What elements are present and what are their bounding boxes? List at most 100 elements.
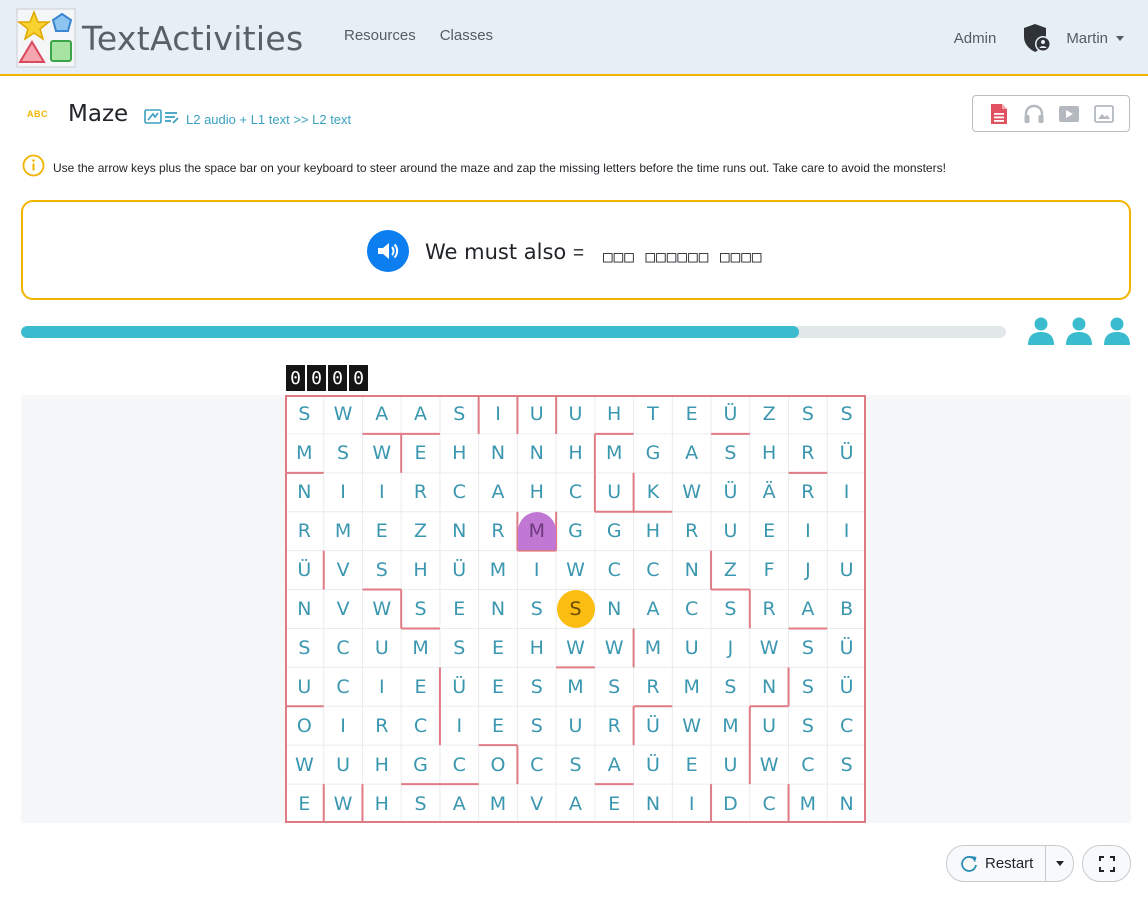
instruction-text: Use the arrow keys plus the space bar on… [53,161,946,175]
maze-letter: N [645,792,661,815]
maze-letter: R [491,520,505,543]
maze-letter: C [336,675,350,698]
maze-letter: C [452,753,466,776]
maze-letter: H [645,520,661,543]
maze-letter: U [723,520,738,543]
maze-letter: E [491,636,504,659]
maze-letter: M [644,636,662,659]
maze-letter: A [414,403,428,426]
video-icon[interactable] [1057,102,1081,126]
maze-letter: C [801,753,815,776]
score-digit: 0 [286,365,305,391]
maze-letter: M [722,714,739,737]
maze-letter: W [333,792,353,815]
user-menu[interactable]: Martin [1066,30,1124,47]
nav-classes[interactable]: Classes [440,27,493,44]
maze-letter: M [683,675,700,698]
maze-letter: A [452,792,466,815]
user-name: Martin [1066,29,1108,47]
maze-letter: S [801,403,814,426]
maze-letter: C [607,559,621,582]
user-nav: Admin Martin [954,22,1124,54]
restart-button[interactable]: Restart [947,846,1046,881]
maze-letter: G [413,753,428,776]
player-token: S [556,590,595,628]
mode-label: L2 audio + L1 text >> L2 text [186,112,352,127]
restart-label: Restart [985,855,1034,872]
maze-letter: S [801,675,814,698]
maze-letter: W [682,481,702,504]
maze-letter: S [375,559,388,582]
play-audio-button[interactable] [367,230,409,272]
maze-letter: Ü [452,675,467,698]
maze-letter: H [529,481,544,504]
image-icon[interactable] [1092,102,1116,126]
maze-letter: Z [762,403,776,426]
abc-icon: ABC [27,109,48,119]
maze-letter: U [568,714,583,737]
maze-letter: H [568,442,583,465]
maze-letter: S [298,636,311,659]
maze-letter: O [296,714,312,737]
brand[interactable]: TextActivities [16,8,304,68]
maze-letter: E [375,520,388,543]
maze-letter: W [372,442,392,465]
nav-resources[interactable]: Resources [344,27,416,44]
maze-letter: E [298,792,311,815]
maze-letter: Ü [723,481,738,504]
maze-letter: Ü [645,714,660,737]
restart-dropdown-toggle[interactable] [1046,846,1073,881]
maze-letter: S [608,675,621,698]
instruction: Use the arrow keys plus the space bar on… [22,154,946,182]
maze-letter: U [529,403,544,426]
maze-letter: R [375,714,389,737]
maze-letter: C [413,714,428,737]
maze-letter: A [646,597,660,620]
brand-logo-icon [16,8,76,68]
maze-letter: W [566,559,585,582]
prompt-target-masked: □□□ □□□□□□ □□□□ [603,247,763,266]
maze-letter: I [456,714,463,737]
maze-letter: S [414,792,427,815]
maze-grid[interactable]: SWAASIUUHTEÜZSSMSWEHNNHMGASHRÜNIIRCAHCUK… [285,395,866,823]
maze-letter: R [413,481,428,504]
maze-letter: A [801,597,815,620]
maze-letter: S [453,636,466,659]
maze-letter: C [568,481,583,504]
maze-letter: R [762,597,776,620]
maze-letter: H [607,403,622,426]
score-digit: 0 [307,365,326,391]
maze-letter: S [724,597,737,620]
prompt-equals: = [573,243,585,264]
maze-letter: W [604,636,624,659]
maze-letter: E [491,675,504,698]
maze-letter: N [762,675,777,698]
maze-letter: I [805,520,811,543]
maze-letter: M [334,520,352,543]
maze-letter: T [647,403,659,426]
maze-letter: Ü [645,753,660,776]
maze-letter: N [490,597,506,620]
maze-letter: E [491,714,504,737]
maze-letter: S [298,403,311,426]
maze-letter: D [723,792,738,815]
maze-letter: C [762,792,776,815]
maze-letter: U [839,559,854,582]
maze-letter: I [340,714,346,737]
maze-letter: R [646,675,660,698]
maze-letter: I [340,481,346,504]
maze-letter: S [801,714,814,737]
nav-admin[interactable]: Admin [954,30,997,47]
user-shield-icon[interactable] [1022,22,1052,54]
maze-letter: E [685,403,698,426]
text-icon[interactable] [987,102,1011,126]
headphones-icon[interactable] [1022,102,1046,126]
maze-letter: N [607,597,622,620]
fullscreen-button[interactable] [1082,845,1131,882]
maze-letter: M [606,442,623,465]
maze-letter: C [839,714,854,737]
maze-letter: S [801,636,814,659]
speaker-icon [378,243,399,259]
maze-letter: Ü [839,442,854,465]
restart-group: Restart [946,845,1074,882]
